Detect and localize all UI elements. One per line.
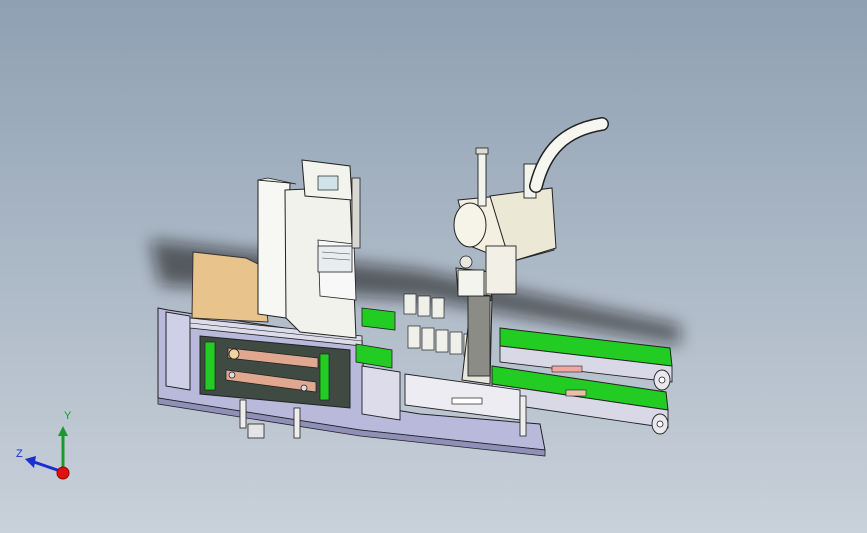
z-axis-arrow-icon <box>25 456 36 468</box>
conveyor-sensor <box>565 389 587 397</box>
roller-hub <box>656 420 664 428</box>
roller-hub <box>658 376 666 384</box>
y-axis-label: Y <box>64 410 72 422</box>
left-frame-panel <box>165 311 191 391</box>
support-rod <box>239 399 247 429</box>
top-fixture-bracket <box>351 177 361 249</box>
cad-viewport[interactable]: Y Z <box>0 0 867 533</box>
machine-assembly-model[interactable] <box>0 0 867 533</box>
rail-end-bolt <box>300 384 308 392</box>
coordinate-triad: Y Z <box>12 410 82 485</box>
rail-end-bolt <box>228 371 236 379</box>
green-side-rail-left <box>204 341 216 391</box>
origin-icon <box>56 466 70 480</box>
conveyor-sensor <box>551 365 583 373</box>
rail-end-bolt <box>228 348 240 360</box>
top-fixture-sensor <box>317 175 339 191</box>
y-axis-arrow-icon <box>58 426 68 436</box>
drawer-handle <box>451 397 483 405</box>
green-side-rail-right <box>319 353 330 401</box>
support-rod <box>293 407 301 439</box>
front-cabinet <box>361 365 401 421</box>
conveyor-belt-center <box>361 307 396 331</box>
scara-robot <box>453 117 609 297</box>
support-rod <box>519 395 527 437</box>
robot-column <box>467 295 491 377</box>
z-axis-label: Z <box>16 448 23 460</box>
support-block <box>247 423 265 439</box>
